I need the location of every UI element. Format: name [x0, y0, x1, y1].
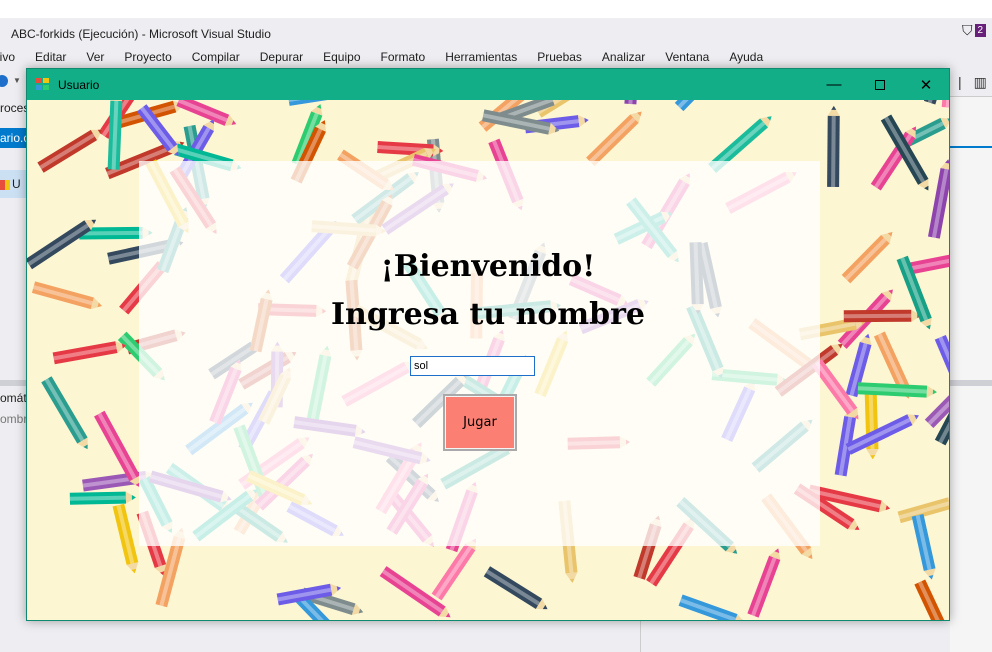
- form-app-icon: [36, 78, 50, 91]
- menu-proyecto[interactable]: Proyecto: [124, 50, 171, 64]
- form-titlebar[interactable]: Usuario — ✕: [27, 69, 949, 100]
- right-panel: [950, 96, 992, 380]
- maximize-icon: [875, 79, 885, 90]
- filter-flag-icon[interactable]: ⛉: [962, 22, 973, 39]
- form-file-icon: [0, 179, 10, 190]
- menu-herramientas[interactable]: Herramientas: [445, 50, 517, 64]
- play-button[interactable]: Jugar: [443, 394, 517, 451]
- menu-ventana[interactable]: Ventana: [665, 50, 709, 64]
- form-title: Usuario: [58, 78, 100, 92]
- menu-pruebas[interactable]: Pruebas: [537, 50, 582, 64]
- menu-depurar[interactable]: Depurar: [260, 50, 303, 64]
- menu-formato[interactable]: Formato: [381, 50, 426, 64]
- menu-ayuda[interactable]: Ayuda: [729, 50, 763, 64]
- desktop-strip: [0, 0, 992, 18]
- toolbar-pipe-icon[interactable]: |: [958, 74, 962, 91]
- form-client-area: ¡Bienvenido! Ingresa tu nombre Jugar: [27, 100, 949, 620]
- maximize-button[interactable]: [857, 69, 903, 100]
- close-button[interactable]: ✕: [903, 69, 949, 100]
- usuario-form-window: Usuario — ✕ ¡Bienvenido! Ingresa tu nomb…: [26, 68, 950, 621]
- right-lower-panel: [950, 386, 992, 652]
- dropdown-arrow-icon[interactable]: ▼: [13, 76, 21, 85]
- solution-item-selected[interactable]: ario.c: [0, 128, 27, 148]
- welcome-heading: ¡Bienvenido!: [380, 249, 596, 284]
- menu-compilar[interactable]: Compilar: [192, 50, 240, 64]
- right-panel-accent: [950, 146, 992, 148]
- menu-ver[interactable]: Ver: [86, 50, 104, 64]
- menu-equipo[interactable]: Equipo: [323, 50, 360, 64]
- minimize-icon: —: [826, 76, 842, 93]
- vs-window-title: ABC-forkids (Ejecución) - Microsoft Visu…: [11, 27, 271, 41]
- notification-count: 2: [974, 24, 987, 37]
- name-input[interactable]: [410, 356, 535, 376]
- properties-line: omát: [0, 391, 27, 405]
- menu-analizar[interactable]: Analizar: [602, 50, 645, 64]
- editor-bottom: [640, 620, 992, 652]
- solution-item-form[interactable]: U: [0, 170, 27, 198]
- vs-menu-bar: aivo Editar Ver Proyecto Compilar Depura…: [0, 50, 763, 64]
- chart-icon[interactable]: ▥: [974, 74, 987, 91]
- notifications[interactable]: ⛉ 2: [962, 22, 987, 39]
- minimize-button[interactable]: —: [811, 69, 857, 100]
- enter-name-heading: Ingresa tu nombre: [330, 297, 646, 332]
- menu-archivo[interactable]: aivo: [0, 50, 15, 64]
- solution-item[interactable]: roces: [0, 101, 27, 115]
- properties-line: ombr: [0, 412, 27, 426]
- menu-editar[interactable]: Editar: [35, 50, 66, 64]
- translucent-panel: [139, 161, 820, 546]
- toolbar-right: | ▥: [958, 74, 987, 91]
- close-icon: ✕: [919, 76, 933, 94]
- back-icon[interactable]: [0, 75, 8, 87]
- solution-item-label: U: [12, 177, 21, 191]
